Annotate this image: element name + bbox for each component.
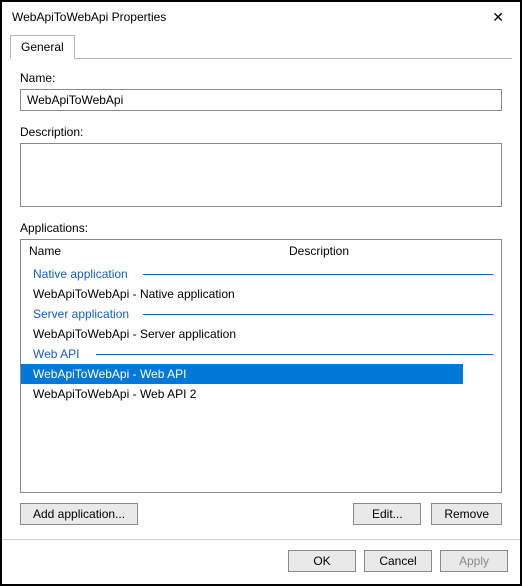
tab-general[interactable]: General [10, 35, 75, 59]
list-item[interactable]: WebApiToWebApi - Native application [21, 284, 501, 304]
remove-button[interactable]: Remove [431, 503, 502, 525]
list-item[interactable]: WebApiToWebApi - Web API 2 [21, 384, 501, 404]
list-item[interactable]: WebApiToWebApi - Server application [21, 324, 501, 344]
add-application-button[interactable]: Add application... [20, 503, 138, 525]
dialog-footer: OK Cancel Apply [2, 539, 520, 584]
group-header: Web API [21, 344, 501, 364]
close-icon[interactable]: ✕ [486, 8, 510, 26]
properties-dialog: WebApiToWebApi Properties ✕ General Name… [0, 0, 522, 586]
group-header: Native application [21, 264, 501, 284]
name-input[interactable] [20, 89, 502, 111]
col-description: Description [289, 244, 493, 258]
list-item[interactable]: WebApiToWebApi - Web API [21, 364, 463, 384]
name-label: Name: [20, 71, 502, 85]
tab-content: Name: Description: Applications: Name De… [10, 58, 512, 533]
description-label: Description: [20, 125, 502, 139]
applications-label: Applications: [20, 221, 502, 235]
applications-list: Name Description Native applicationWebAp… [20, 239, 502, 493]
apps-button-row: Add application... Edit... Remove [20, 503, 502, 525]
titlebar: WebApiToWebApi Properties ✕ [2, 2, 520, 30]
apply-button[interactable]: Apply [440, 550, 508, 572]
col-name: Name [29, 244, 289, 258]
edit-button[interactable]: Edit... [353, 503, 421, 525]
description-input[interactable] [20, 143, 502, 207]
apps-columns: Name Description [21, 240, 501, 264]
window-title: WebApiToWebApi Properties [12, 10, 166, 24]
apps-list-body[interactable]: Native applicationWebApiToWebApi - Nativ… [21, 264, 501, 492]
tab-strip: General [2, 30, 520, 58]
group-header: Server application [21, 304, 501, 324]
cancel-button[interactable]: Cancel [364, 550, 432, 572]
ok-button[interactable]: OK [288, 550, 356, 572]
